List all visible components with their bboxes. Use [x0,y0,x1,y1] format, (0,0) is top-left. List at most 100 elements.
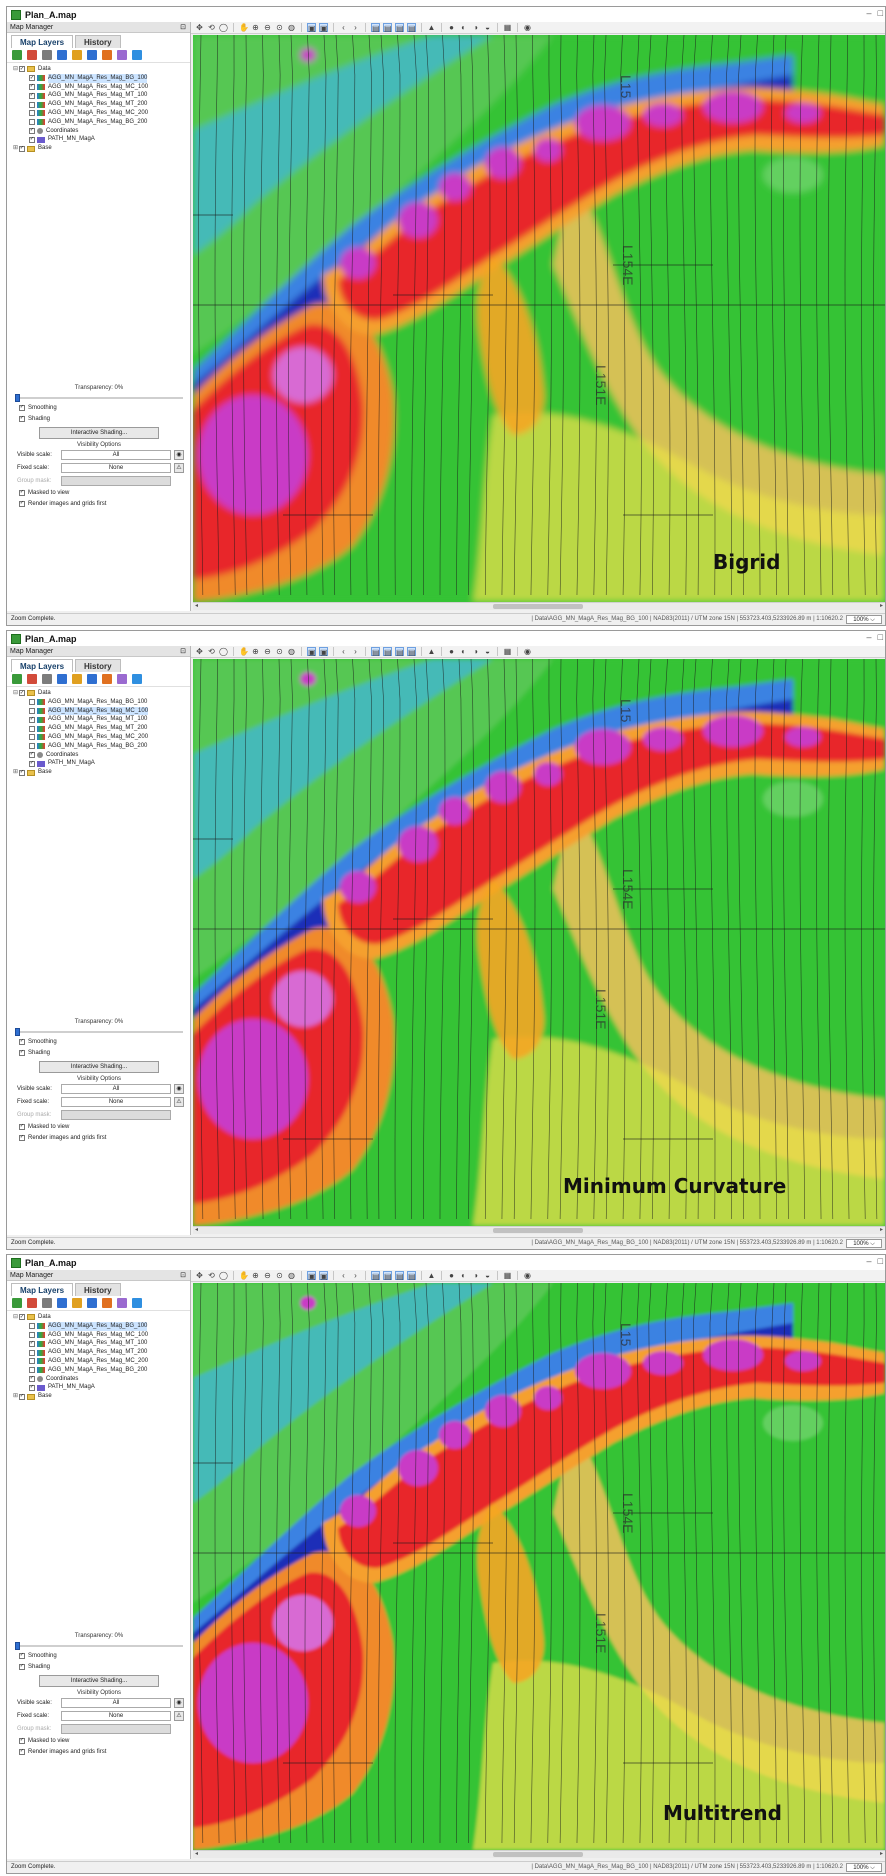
fixed-scale-select[interactable]: None [61,462,171,473]
transparency-slider[interactable] [15,394,183,402]
layer-row[interactable]: AGG_MN_MagA_Res_Mag_MC_200 [13,109,190,118]
minimize-button[interactable]: – [867,8,872,18]
map-tool-icon[interactable]: ◒ [483,23,492,32]
map-tool-icon[interactable]: ⊕ [251,1271,260,1280]
layer-checkbox[interactable]: ✓ [29,1375,35,1382]
properties-icon[interactable] [57,674,67,684]
help-icon[interactable] [132,674,142,684]
layer-checkbox[interactable] [29,699,35,706]
add-layer-icon[interactable] [12,50,22,60]
layer-row[interactable]: ⊟ ✓ Data [13,689,190,698]
map-tool-icon[interactable]: ▣ [319,1271,328,1281]
map-tool-icon[interactable]: ◯ [219,647,228,656]
smoothing-checkbox[interactable]: ✓ [19,404,25,411]
map-tool-icon[interactable]: ⊖ [263,647,272,656]
map-tool-icon[interactable]: ▤ [371,1271,380,1281]
map-tool-icon[interactable]: ▦ [503,647,512,656]
warning-icon[interactable]: ⚠ [174,1710,184,1721]
interactive-shading-button[interactable]: Interactive Shading... [39,1061,159,1073]
map-tool-icon[interactable]: ◍ [287,647,296,656]
horizontal-scrollbar[interactable]: ◂ ▸ [193,602,885,610]
tab-map-layers[interactable]: Map Layers [11,659,74,672]
layer-checkbox[interactable] [29,743,35,750]
map-tool-icon[interactable]: ▣ [307,1271,316,1281]
color-icon[interactable] [72,50,82,60]
layer-row[interactable]: AGG_MN_MagA_Res_Mag_MC_200 [13,733,190,742]
shade-icon[interactable] [87,1298,97,1308]
map-tool-icon[interactable]: ⊖ [263,23,272,32]
properties-icon[interactable] [57,50,67,60]
layer-checkbox[interactable]: ✓ [19,690,25,697]
layer-row[interactable]: AGG_MN_MagA_Res_Mag_MC_100 [13,706,190,716]
shading-checkbox[interactable]: ✓ [19,1049,25,1056]
map-tool-icon[interactable]: ● [447,1271,456,1280]
warning-icon[interactable]: ⚠ [174,462,184,473]
remove-layer-icon[interactable] [27,50,37,60]
layer-row[interactable]: ⊞ ✓ Base [13,144,190,153]
layer-row[interactable]: AGG_MN_MagA_Res_Mag_MT_200 [13,1348,190,1357]
map-tool-icon[interactable]: ✥ [195,647,204,656]
maximize-button[interactable]: □ [878,8,883,18]
color-icon[interactable] [72,674,82,684]
properties-icon[interactable] [57,1298,67,1308]
render-option[interactable]: ✓ Render images and grids first [7,1746,191,1757]
map-tool-icon[interactable]: ◉ [523,647,532,656]
horizontal-scrollbar[interactable]: ◂ ▸ [193,1226,885,1234]
shading-checkbox[interactable]: ✓ [19,415,25,422]
list-icon[interactable] [42,674,52,684]
map-tool-icon[interactable]: ⊕ [251,23,260,32]
add-layer-icon[interactable] [12,674,22,684]
map-tool-icon[interactable]: ▤ [407,1271,416,1281]
slider-thumb[interactable] [15,1642,20,1650]
render-option[interactable]: ✓ Render images and grids first [7,498,191,509]
layer-checkbox[interactable]: ✓ [29,760,35,767]
map-tool-icon[interactable]: ▤ [371,23,380,33]
shading-checkbox[interactable]: ✓ [19,1663,25,1670]
layer-checkbox[interactable] [29,1367,35,1374]
pin-icon[interactable]: ⊡ [180,22,186,33]
layer-checkbox[interactable]: ✓ [29,75,35,82]
map-tool-icon[interactable]: ▤ [395,23,404,33]
globe-icon[interactable] [102,1298,112,1308]
map-tool-icon[interactable]: ▲ [427,647,436,656]
render-checkbox[interactable]: ✓ [19,500,25,507]
map-tool-icon[interactable]: ▦ [503,23,512,32]
map-tool-icon[interactable]: ✥ [195,1271,204,1280]
layer-checkbox[interactable] [29,119,35,126]
layer-checkbox[interactable]: ✓ [19,769,25,776]
globe-icon[interactable]: ◉ [174,1083,184,1094]
layer-row[interactable]: ⊟ ✓ Data [13,1313,190,1322]
slider-thumb[interactable] [15,1028,20,1036]
map-tool-icon[interactable]: ▤ [407,647,416,657]
map-tool-icon[interactable]: ◑ [471,1271,480,1280]
map-tool-icon[interactable]: ‹ [339,23,348,32]
masked-checkbox[interactable]: ✓ [19,1123,25,1130]
shading-option[interactable]: ✓ Shading [7,413,191,424]
masked-option[interactable]: ✓ Masked to view [7,487,191,498]
render-checkbox[interactable]: ✓ [19,1134,25,1141]
layer-checkbox[interactable]: ✓ [29,127,35,134]
map-tool-icon[interactable]: ◐ [459,23,468,32]
arrow-icon[interactable] [117,1298,127,1308]
layer-checkbox[interactable]: ✓ [29,136,35,143]
layer-row[interactable]: AGG_MN_MagA_Res_Mag_BG_200 [13,742,190,751]
layer-checkbox[interactable]: ✓ [29,83,35,90]
layer-row[interactable]: AGG_MN_MagA_Res_Mag_BG_100 [13,698,190,707]
map-tool-icon[interactable]: › [351,647,360,656]
map-tool-icon[interactable]: ◐ [459,647,468,656]
layer-row[interactable]: ✓ Coordinates [13,751,190,760]
layer-row[interactable]: ⊞ ✓ Base [13,768,190,777]
maximize-button[interactable]: □ [878,632,883,642]
layer-row[interactable]: ✓ PATH_MN_MagA [13,135,190,144]
layer-checkbox[interactable] [29,1349,35,1356]
list-icon[interactable] [42,1298,52,1308]
globe-icon[interactable] [102,50,112,60]
layer-checkbox[interactable]: ✓ [19,1393,25,1400]
help-icon[interactable] [132,1298,142,1308]
map-view[interactable]: L151E L154E L15 Multitrend [193,1283,885,1850]
layer-checkbox[interactable]: ✓ [19,66,25,73]
map-tool-icon[interactable]: ‹ [339,1271,348,1280]
minimize-button[interactable]: – [867,1256,872,1266]
layer-checkbox[interactable] [29,707,35,714]
smoothing-option[interactable]: ✓ Smoothing [7,402,191,413]
